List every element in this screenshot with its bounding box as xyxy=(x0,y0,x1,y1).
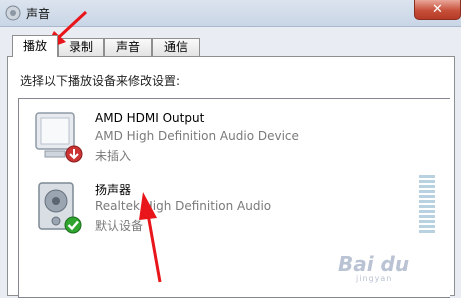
tab-label: 通信 xyxy=(163,40,188,54)
tab-label: 播放 xyxy=(22,39,47,53)
meter-segment xyxy=(419,220,435,223)
watermark-subtext: jingyan xyxy=(356,274,393,283)
tab-label: 声音 xyxy=(115,40,140,54)
device-status: 默认设备 xyxy=(95,219,144,233)
watermark-text: Bai du xyxy=(338,252,410,276)
speaker-icon xyxy=(38,182,82,234)
volume-level-meter xyxy=(419,175,435,235)
tab-recording[interactable]: 录制 xyxy=(58,38,104,56)
meter-segment xyxy=(419,190,435,193)
meter-segment xyxy=(419,185,435,188)
device-name: 扬声器 xyxy=(95,183,132,197)
meter-segment xyxy=(419,210,435,213)
device-description: AMD High Definition Audio Device xyxy=(95,129,299,143)
meter-segment xyxy=(419,200,435,203)
title-bar: 声音 ✕ xyxy=(0,0,461,27)
unplugged-arrow-icon xyxy=(65,145,83,163)
meter-segment xyxy=(419,215,435,218)
baidu-watermark: Bai du jingyan xyxy=(338,252,458,283)
tab-communications[interactable]: 通信 xyxy=(152,38,200,56)
monitor-icon xyxy=(35,112,83,163)
close-button[interactable]: ✕ xyxy=(414,0,461,20)
meter-segment xyxy=(419,230,435,233)
meter-segment xyxy=(419,205,435,208)
device-item-speakers[interactable]: 扬声器 Realtek High Definition Audio 默认设备 xyxy=(19,175,451,243)
tab-strip: 播放 录制 声音 通信 xyxy=(12,35,452,57)
device-name: AMD HDMI Output xyxy=(95,111,205,125)
meter-segment xyxy=(419,195,435,198)
close-icon: ✕ xyxy=(432,2,443,17)
instruction-label: 选择以下播放设备来修改设置: xyxy=(20,74,181,88)
default-check-icon xyxy=(64,216,82,234)
meter-segment xyxy=(419,225,435,228)
speaker-app-icon xyxy=(5,5,21,21)
device-description: Realtek High Definition Audio xyxy=(95,199,272,213)
tab-sounds[interactable]: 声音 xyxy=(104,38,152,56)
window-title: 声音 xyxy=(26,7,51,21)
device-item-hdmi[interactable]: AMD HDMI Output AMD High Definition Audi… xyxy=(19,105,451,173)
meter-segment xyxy=(419,175,435,178)
device-status: 未插入 xyxy=(95,149,132,163)
tab-label: 录制 xyxy=(68,40,93,54)
meter-segment xyxy=(419,180,435,183)
tab-playback[interactable]: 播放 xyxy=(12,35,58,57)
